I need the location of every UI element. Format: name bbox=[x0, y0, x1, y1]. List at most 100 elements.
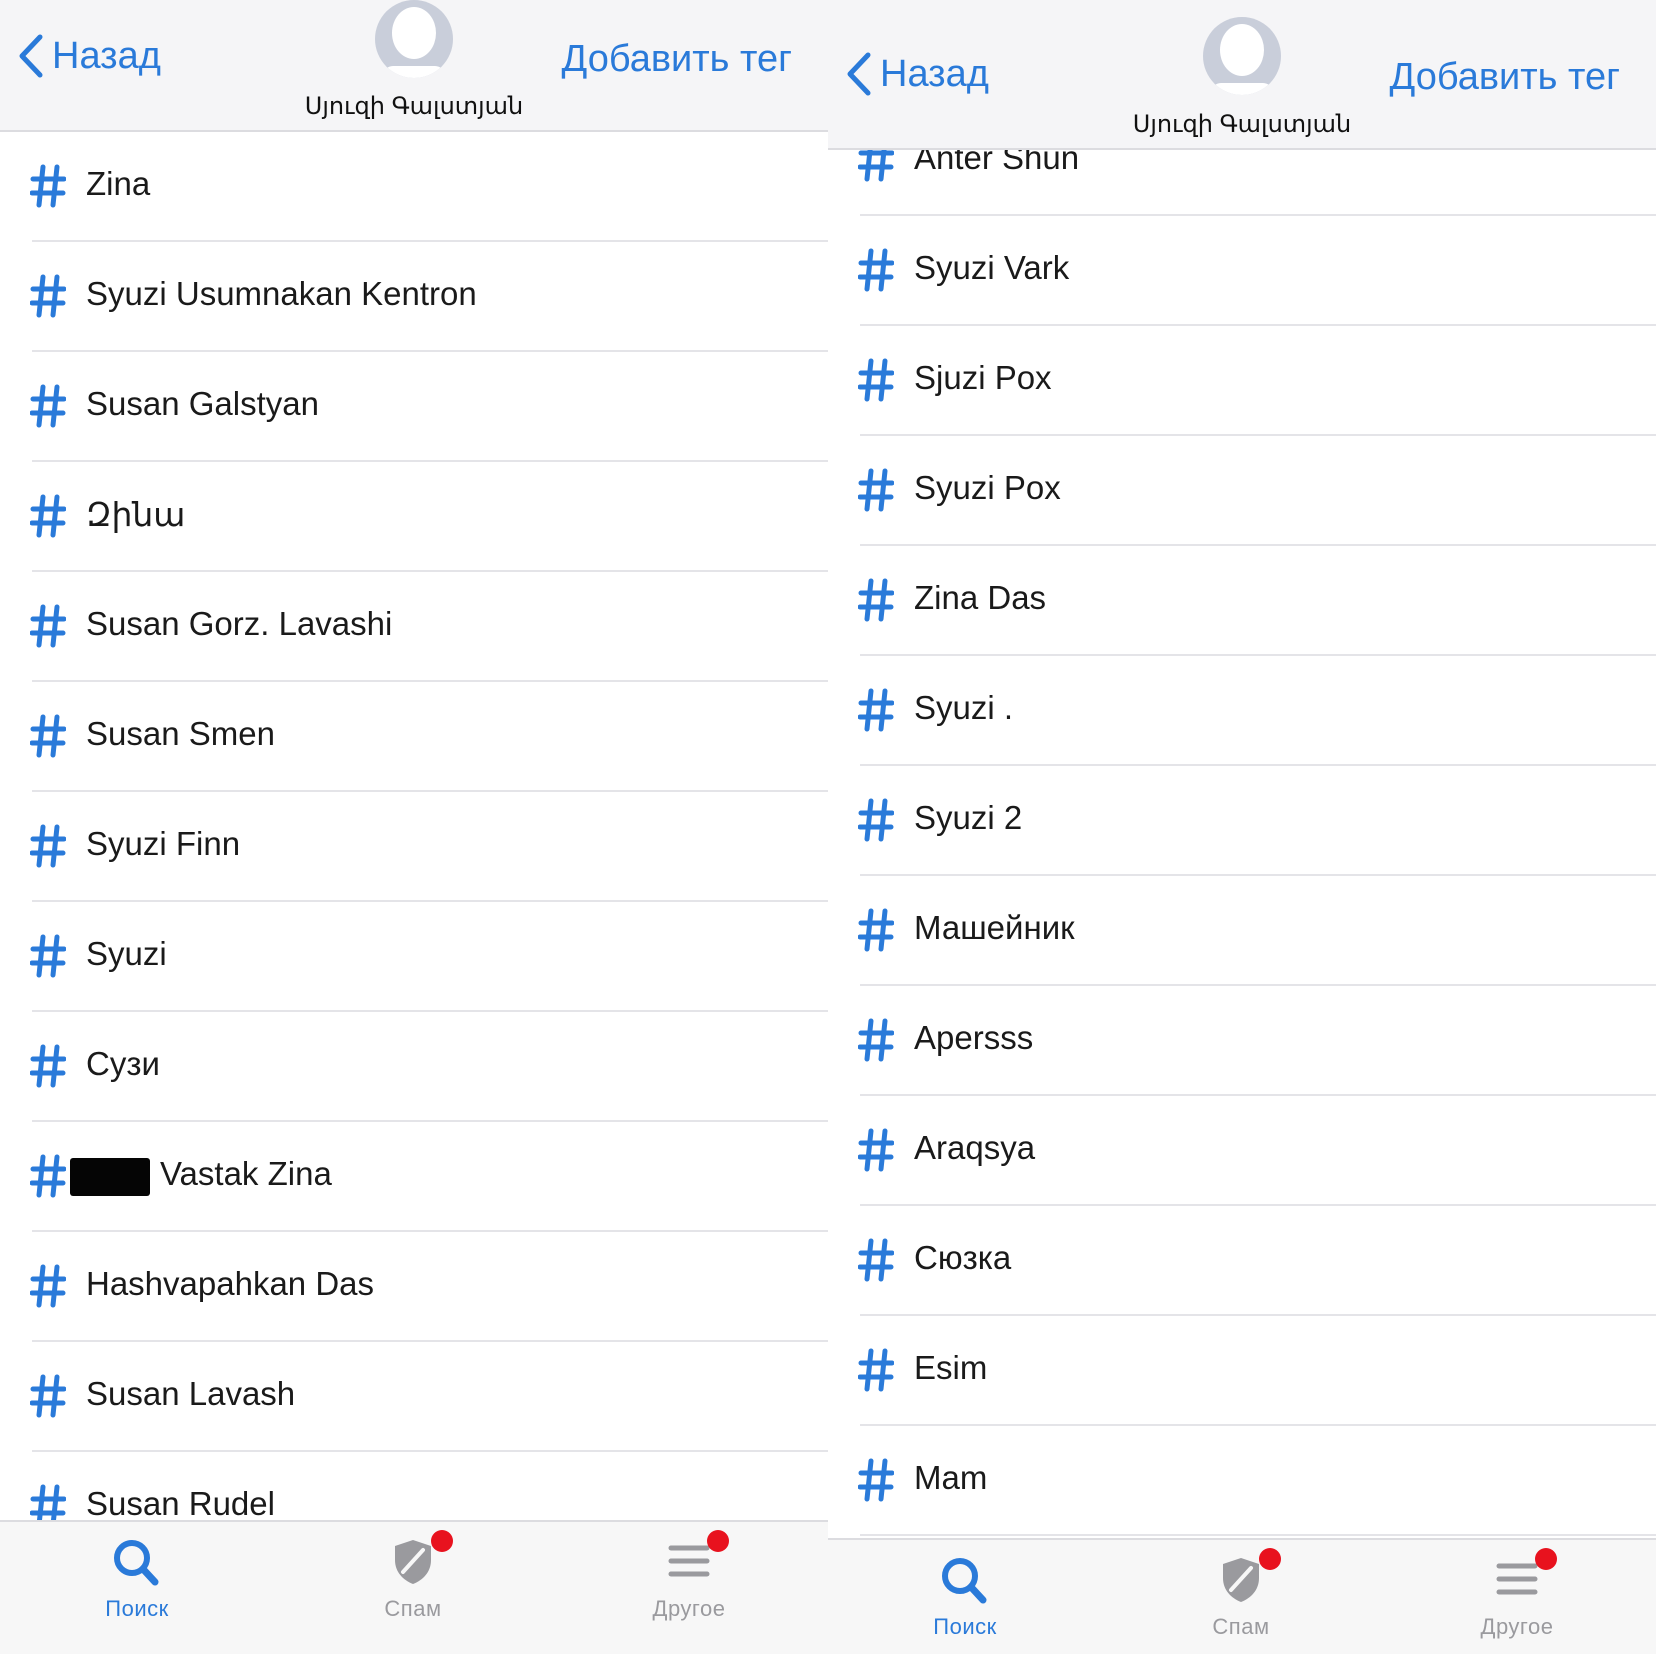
tag-row[interactable]: Syuzi Usumnakan Kentron bbox=[0, 242, 828, 352]
hashtag-icon bbox=[858, 1348, 894, 1392]
tag-row[interactable]: Vastak Zina bbox=[0, 1122, 828, 1232]
hashtag-icon bbox=[858, 468, 894, 512]
tab-label: Другое bbox=[652, 1596, 726, 1621]
hashtag-icon bbox=[30, 164, 66, 208]
tag-row[interactable]: Syuzi bbox=[0, 902, 828, 1012]
hashtag-icon bbox=[30, 1044, 66, 1088]
back-button[interactable]: Назад bbox=[846, 52, 989, 96]
tag-row[interactable]: Syuzi Vark bbox=[828, 216, 1656, 326]
tab-icon-wrapper bbox=[661, 1530, 729, 1588]
tag-label: Vastak Zina bbox=[160, 1155, 332, 1192]
tag-label: Syuzi Usumnakan Kentron bbox=[86, 275, 477, 312]
tag-label: Esim bbox=[914, 1349, 988, 1386]
tag-row[interactable]: Զինա bbox=[0, 462, 828, 572]
search-icon bbox=[114, 1540, 159, 1586]
person-placeholder-icon bbox=[383, 7, 445, 78]
screen-left: Назад Սյուզի Գալստյան Добавить тег Zina S… bbox=[0, 0, 828, 1654]
hashtag-icon bbox=[30, 934, 66, 978]
contact-name: Սյուզի Գալստյան bbox=[304, 93, 524, 120]
hashtag-icon bbox=[858, 1128, 894, 1172]
tag-row[interactable]: Sjuzi Pox bbox=[828, 326, 1656, 436]
tag-label: Сузи bbox=[86, 1045, 160, 1082]
hashtag-icon bbox=[858, 358, 894, 402]
tag-row[interactable]: Apersss bbox=[828, 986, 1656, 1096]
tag-label: Susan Lavash bbox=[86, 1375, 296, 1412]
tab-icon-wrapper bbox=[385, 1530, 453, 1588]
tag-label: Syuzi Vark bbox=[914, 249, 1070, 286]
add-tag-button[interactable]: Добавить тег bbox=[1390, 56, 1620, 99]
tag-label: Сюзка bbox=[914, 1239, 1012, 1276]
tag-row[interactable]: Mam bbox=[828, 1426, 1656, 1536]
tag-row[interactable]: Zina Das bbox=[828, 546, 1656, 656]
back-button[interactable]: Назад bbox=[18, 34, 161, 78]
tag-label: Zina Das bbox=[914, 579, 1047, 616]
tag-row[interactable]: Esim bbox=[828, 1316, 1656, 1426]
tag-row[interactable]: Zina bbox=[0, 132, 828, 242]
tag-label: Syuzi Pox bbox=[914, 469, 1061, 506]
tag-label: Susan Gorz. Lavashi bbox=[86, 605, 393, 642]
tab-label: Поиск bbox=[105, 1596, 169, 1621]
tag-row[interactable]: Сузи bbox=[0, 1012, 828, 1122]
screen-right: Anter Shun Syuzi Vark Sjuzi Pox Syuzi Pox Zi… bbox=[828, 0, 1656, 1654]
back-label: Назад bbox=[52, 34, 161, 77]
tag-row[interactable]: Susan Lavash bbox=[0, 1342, 828, 1452]
tag-label: Apersss bbox=[914, 1019, 1034, 1056]
chevron-left-icon bbox=[847, 52, 871, 96]
hashtag-icon bbox=[858, 1018, 894, 1062]
tag-label: Syuzi bbox=[86, 935, 167, 972]
tag-label: Susan Galstyan bbox=[86, 385, 319, 422]
chevron-left-icon bbox=[19, 34, 43, 78]
tab-search[interactable]: Поиск bbox=[57, 1536, 217, 1622]
person-placeholder-icon bbox=[1211, 24, 1273, 95]
tab-search[interactable]: Поиск bbox=[885, 1554, 1045, 1640]
add-tag-button[interactable]: Добавить тег bbox=[562, 38, 792, 81]
tag-row[interactable]: Syuzi . bbox=[828, 656, 1656, 766]
hashtag-icon bbox=[858, 1238, 894, 1282]
nav-header: Назад Սյուզի Գալստյան Добавить тег bbox=[0, 0, 828, 132]
tag-label: Mam bbox=[914, 1459, 988, 1496]
tag-row[interactable]: Машейник bbox=[828, 876, 1656, 986]
tab-label: Спам bbox=[1212, 1614, 1270, 1639]
tag-row[interactable]: Syuzi Pox bbox=[828, 436, 1656, 546]
hashtag-icon bbox=[30, 824, 66, 868]
avatar bbox=[375, 0, 453, 78]
tab-label: Другое bbox=[1480, 1614, 1554, 1639]
tag-label: Susan Rudel bbox=[86, 1485, 275, 1522]
search-icon bbox=[942, 1558, 987, 1604]
tag-label: Sjuzi Pox bbox=[914, 359, 1052, 396]
tab-other[interactable]: Другое bbox=[609, 1530, 769, 1622]
back-label: Назад bbox=[880, 52, 989, 95]
tag-row[interactable]: Syuzi Finn bbox=[0, 792, 828, 902]
tag-label: Машейник bbox=[914, 909, 1075, 946]
tab-icon-wrapper bbox=[1213, 1548, 1281, 1606]
tab-other[interactable]: Другое bbox=[1437, 1548, 1597, 1640]
tag-label: Zina bbox=[86, 165, 151, 202]
tag-row[interactable]: Syuzi 2 bbox=[828, 766, 1656, 876]
hashtag-icon bbox=[30, 1264, 66, 1308]
tag-label: Syuzi 2 bbox=[914, 799, 1023, 836]
hashtag-icon bbox=[858, 798, 894, 842]
tag-label: Զինա bbox=[86, 496, 186, 533]
tag-row[interactable]: Araqsya bbox=[828, 1096, 1656, 1206]
tag-row[interactable]: Susan Gorz. Lavashi bbox=[0, 572, 828, 682]
hashtag-icon bbox=[30, 274, 66, 318]
tag-list: Anter Shun Syuzi Vark Sjuzi Pox Syuzi Pox Zi… bbox=[828, 106, 1656, 1536]
tab-icon-wrapper bbox=[937, 1554, 993, 1606]
hashtag-icon bbox=[30, 604, 66, 648]
tag-label: Susan Smen bbox=[86, 715, 275, 752]
tag-label: Araqsya bbox=[914, 1129, 1036, 1166]
redaction-bar bbox=[70, 1158, 150, 1196]
hashtag-icon bbox=[30, 384, 66, 428]
screenshot-pair: Назад Սյուզի Գալստյան Добавить тег Zina S… bbox=[0, 0, 1656, 1654]
hashtag-icon bbox=[30, 714, 66, 758]
tab-bar: Поиск Спам Другое bbox=[0, 1520, 828, 1654]
tag-row[interactable]: Hashvapahkan Das bbox=[0, 1232, 828, 1342]
tab-bar: Поиск Спам Другое bbox=[828, 1538, 1656, 1654]
tag-row[interactable]: Susan Smen bbox=[0, 682, 828, 792]
hashtag-icon bbox=[858, 1458, 894, 1502]
tag-row[interactable]: Сюзка bbox=[828, 1206, 1656, 1316]
tag-row[interactable]: Susan Galstyan bbox=[0, 352, 828, 462]
tab-spam[interactable]: Спам bbox=[333, 1530, 493, 1622]
tag-label: Hashvapahkan Das bbox=[86, 1265, 375, 1302]
tab-spam[interactable]: Спам bbox=[1161, 1548, 1321, 1640]
